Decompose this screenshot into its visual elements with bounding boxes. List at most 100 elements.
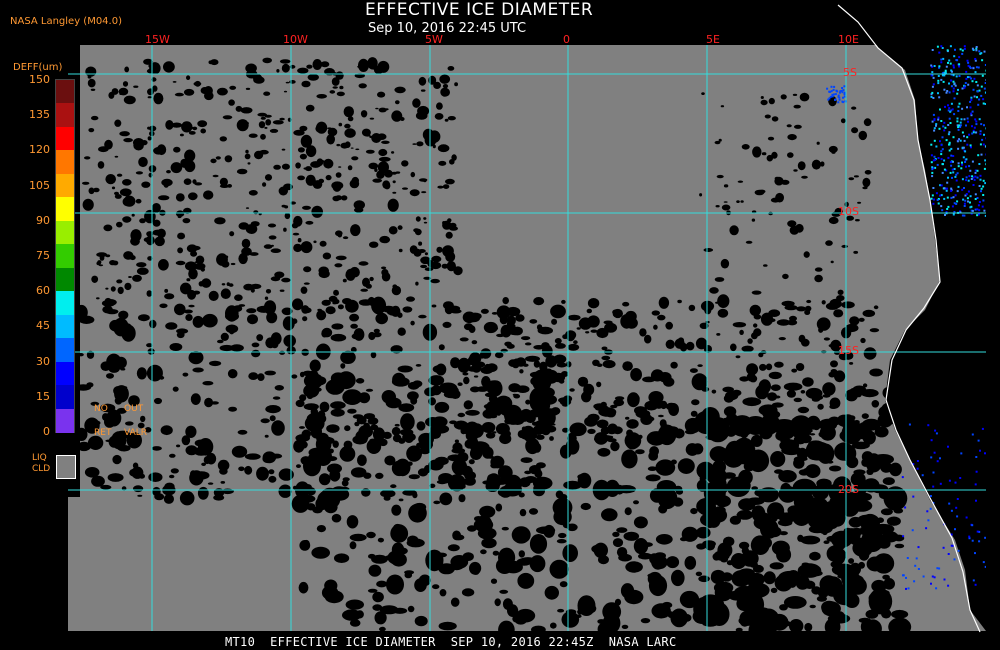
clear-sky-patch <box>863 118 872 127</box>
clear-sky-patch <box>537 326 553 335</box>
clear-sky-patch <box>685 443 699 456</box>
ice-pixel <box>983 50 986 53</box>
clear-sky-patch <box>208 290 219 301</box>
clear-sky-patch <box>330 408 345 417</box>
ice-pixel <box>971 80 974 83</box>
ice-pixel <box>945 139 948 142</box>
clear-sky-patch <box>553 354 567 364</box>
ice-pixel <box>961 161 963 164</box>
clear-sky-patch <box>297 67 309 74</box>
clear-sky-patch <box>684 429 696 435</box>
clear-sky-patch <box>891 609 909 619</box>
clear-sky-patch <box>112 454 122 465</box>
clear-sky-patch <box>111 186 116 190</box>
clear-sky-patch <box>149 319 157 329</box>
ice-pixel <box>956 498 959 500</box>
clear-sky-patch <box>307 73 319 81</box>
clear-sky-patch <box>445 251 456 263</box>
clear-sky-patch <box>410 171 416 178</box>
clear-sky-patch <box>577 376 589 387</box>
clear-sky-patch <box>412 98 421 108</box>
clear-sky-patch <box>192 367 204 373</box>
ice-pixel <box>956 59 959 62</box>
clear-sky-patch <box>809 604 816 609</box>
clear-sky-patch <box>172 81 177 83</box>
clear-sky-patch <box>317 308 322 312</box>
clear-sky-patch <box>442 321 452 328</box>
ice-pixel <box>969 106 972 109</box>
clear-sky-patch <box>240 107 253 114</box>
clear-sky-patch <box>596 363 603 368</box>
clear-sky-patch <box>743 592 765 617</box>
ice-pixel <box>953 82 956 85</box>
clear-sky-patch <box>816 515 825 524</box>
clear-sky-patch <box>833 309 844 318</box>
clear-sky-patch <box>262 454 273 464</box>
ice-pixel <box>971 524 974 527</box>
clear-sky-patch <box>110 286 116 292</box>
clear-sky-patch <box>862 309 876 317</box>
clear-sky-patch <box>711 569 726 583</box>
ice-pixel <box>828 90 831 93</box>
clear-sky-patch <box>787 152 794 158</box>
ice-pixel <box>977 103 980 106</box>
clear-sky-patch <box>880 462 893 473</box>
ice-pixel <box>985 69 986 72</box>
clear-sky-patch <box>391 377 410 387</box>
clear-sky-patch <box>85 66 97 77</box>
clear-sky-patch <box>658 414 664 418</box>
clear-sky-patch <box>378 107 387 113</box>
clear-sky-patch <box>604 322 618 333</box>
ice-pixel <box>984 536 986 539</box>
clear-sky-patch <box>816 478 832 489</box>
clear-sky-patch <box>688 304 696 312</box>
ice-pixel <box>942 546 945 549</box>
colorbar-tick-label: 120 <box>29 143 50 157</box>
clear-sky-patch <box>761 152 767 156</box>
clear-sky-patch <box>122 179 132 186</box>
ice-pixel <box>952 90 955 93</box>
ice-pixel <box>943 168 946 171</box>
ice-pixel <box>975 131 977 134</box>
ice-pixel <box>982 194 985 196</box>
clear-sky-patch <box>467 366 480 372</box>
clear-sky-patch <box>463 400 473 410</box>
clear-sky-patch <box>221 283 226 286</box>
colorbar-segment <box>56 244 74 269</box>
clear-sky-patch <box>720 105 725 108</box>
clear-sky-patch <box>299 441 308 449</box>
clear-sky-patch <box>877 538 891 549</box>
clear-sky-patch <box>610 441 620 452</box>
ice-pixel <box>981 59 984 62</box>
clear-sky-patch <box>718 138 722 142</box>
colorbar-segment <box>56 408 74 433</box>
clear-sky-patch <box>703 512 717 529</box>
clear-sky-patch <box>684 556 697 570</box>
clear-sky-patch <box>882 477 895 485</box>
clear-sky-patch <box>128 276 132 278</box>
ice-pixel <box>832 88 835 91</box>
clear-sky-patch <box>392 607 408 614</box>
ice-pixel <box>973 95 976 98</box>
clear-sky-patch <box>220 332 229 341</box>
ice-pixel <box>941 163 944 166</box>
clear-sky-patch <box>397 365 413 373</box>
clear-sky-patch <box>369 276 374 282</box>
ice-pixel <box>927 519 930 522</box>
clear-sky-patch <box>431 304 437 308</box>
ice-pixel <box>947 133 950 136</box>
clear-sky-patch <box>305 174 316 186</box>
ice-pixel <box>974 193 977 196</box>
clear-sky-patch <box>186 75 191 80</box>
clear-sky-patch <box>826 576 837 588</box>
clear-sky-patch <box>616 547 628 558</box>
clear-sky-patch <box>665 321 673 330</box>
ice-pixel <box>954 194 957 197</box>
clear-sky-patch <box>442 184 450 190</box>
clear-sky-patch <box>135 171 143 175</box>
clear-sky-patch <box>586 308 592 314</box>
clear-sky-patch <box>335 230 343 237</box>
clear-sky-patch <box>622 301 630 307</box>
clear-sky-patch <box>260 133 266 140</box>
clear-sky-patch <box>297 175 305 181</box>
